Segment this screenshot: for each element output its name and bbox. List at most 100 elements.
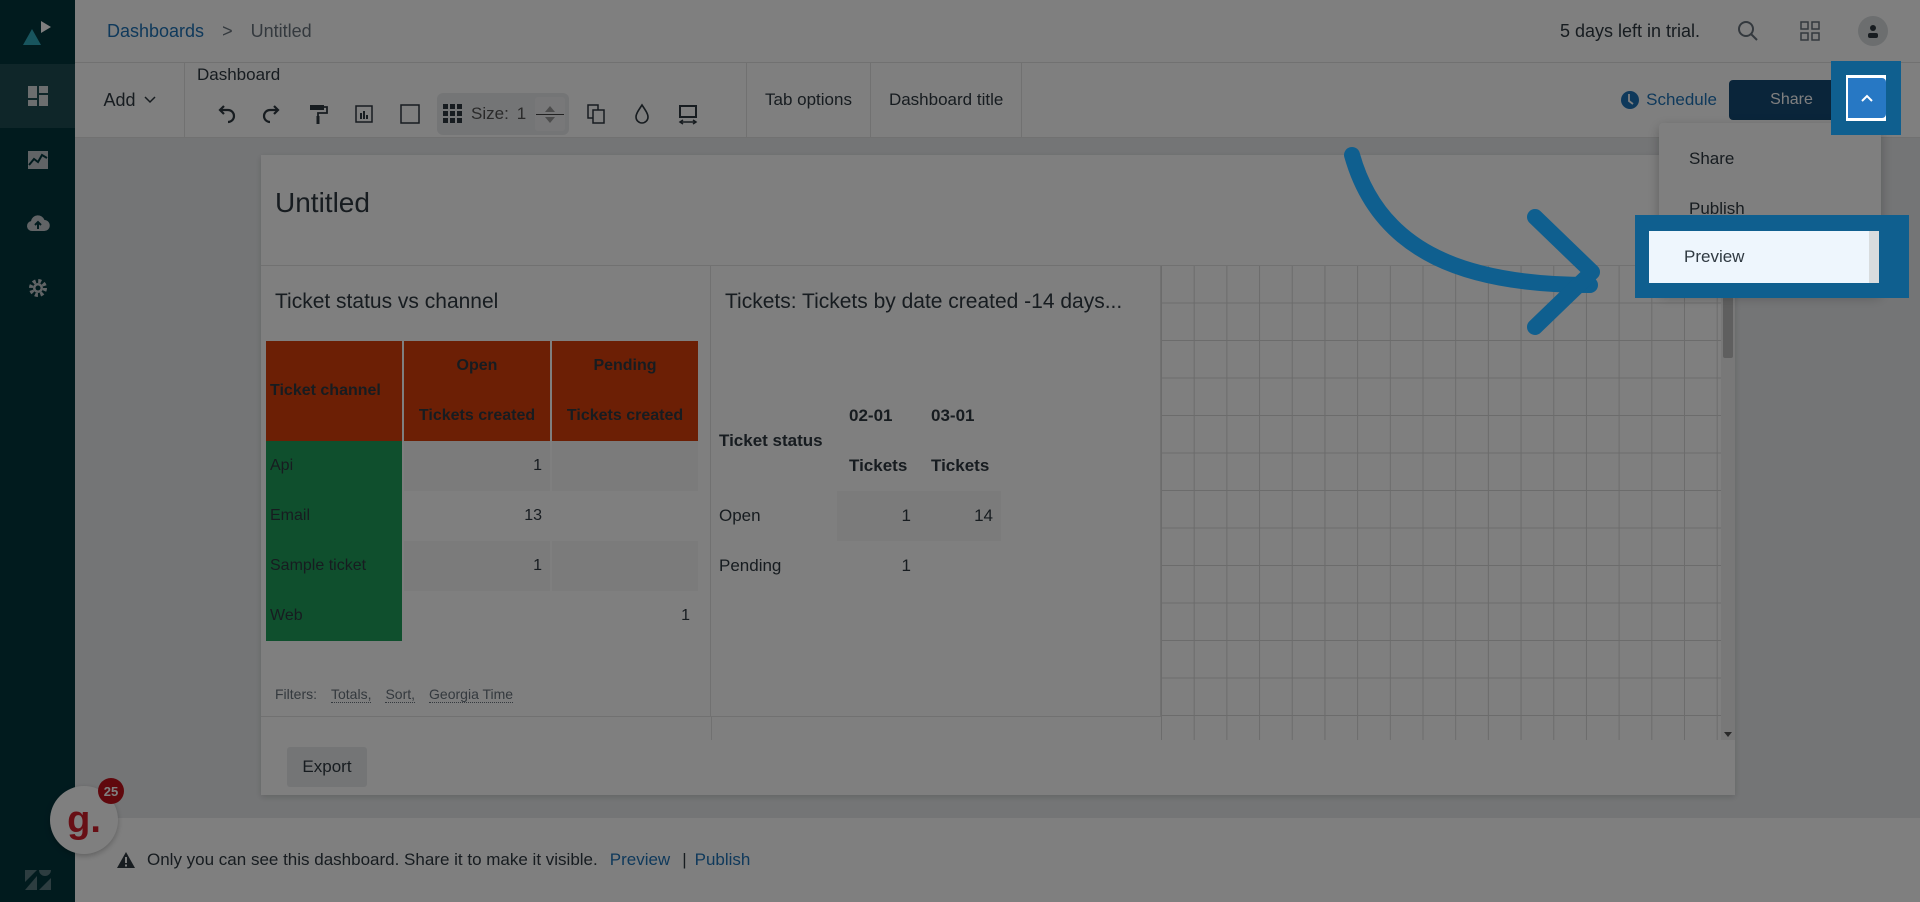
cell-value: 1: [404, 441, 550, 491]
breadcrumb-separator: >: [222, 20, 233, 41]
add-frame-button[interactable]: [387, 94, 433, 134]
cloud-upload-icon: [26, 215, 50, 232]
layout-grid: [1161, 266, 1721, 740]
schedule-label: Schedule: [1646, 90, 1717, 109]
row-label: Sample ticket: [266, 541, 402, 591]
publish-link[interactable]: Publish: [695, 850, 751, 870]
zendesk-icon: [24, 870, 51, 890]
pivot-table: Ticket status 02-01 03-01 Tickets Ticket…: [719, 391, 1001, 591]
share-options-highlight[interactable]: [1831, 61, 1901, 135]
dashboard-group-label: Dashboard: [197, 65, 281, 84]
filter-sort[interactable]: Sort,: [385, 686, 416, 703]
breadcrumb-dashboards-link[interactable]: Dashboards: [107, 21, 204, 42]
widget-title: Ticket status vs channel: [275, 290, 499, 313]
table-row: Api 1: [266, 441, 698, 491]
resize-width-button[interactable]: [665, 94, 711, 134]
cell-value: 1: [901, 556, 911, 575]
stepper-up-icon[interactable]: [544, 105, 555, 112]
cell-value: [552, 541, 698, 591]
clock-icon: [1621, 91, 1640, 109]
table-row: Pending 1: [719, 541, 1001, 591]
cell-value: 1: [404, 541, 550, 591]
filter-totals[interactable]: Totals,: [331, 686, 372, 703]
column-status: Open: [456, 357, 498, 374]
redo-icon: [262, 105, 280, 124]
dashboard-title[interactable]: Untitled: [275, 187, 370, 219]
row-label: Web: [266, 591, 402, 641]
sidebar-item-reports[interactable]: [0, 128, 75, 192]
color-button[interactable]: [619, 94, 665, 134]
row-label: Email: [266, 491, 402, 541]
grid-icon: [443, 104, 462, 123]
widget-filters: Filters: Totals, Sort, Georgia Time: [275, 686, 514, 703]
app-logo[interactable]: [0, 0, 75, 64]
schedule-button[interactable]: Schedule: [1620, 90, 1717, 110]
tab-options-button[interactable]: Tab options: [747, 63, 871, 137]
chevron-down-icon: [143, 96, 156, 104]
redo-button[interactable]: [249, 94, 295, 134]
widget-ticket-status-vs-channel[interactable]: Ticket status vs channel Ticket channel …: [261, 266, 711, 716]
dashboard-title-button[interactable]: Dashboard title: [871, 63, 1023, 137]
menu-item-share[interactable]: Share: [1689, 149, 1734, 169]
duplicate-button[interactable]: [573, 94, 619, 134]
sidebar-item-upload[interactable]: [0, 192, 75, 256]
cell-value: [404, 591, 550, 641]
search-button[interactable]: [1734, 17, 1762, 45]
apps-grid-icon: [1800, 21, 1820, 41]
column-metric: Tickets: [849, 456, 908, 475]
size-value[interactable]: 1: [517, 104, 535, 124]
sidebar: [0, 0, 75, 902]
filters-label: Filters:: [275, 686, 317, 702]
add-chart-button[interactable]: [341, 94, 387, 134]
notification-logo: g.: [67, 798, 101, 841]
scroll-down-icon[interactable]: [1724, 732, 1732, 737]
add-button[interactable]: Add: [75, 63, 185, 137]
square-icon: [400, 104, 420, 124]
cell-value: [552, 491, 698, 541]
breadcrumb-current: Untitled: [250, 20, 312, 41]
search-icon: [1738, 21, 1758, 41]
sidebar-item-settings[interactable]: [0, 256, 75, 320]
stepper-down-icon[interactable]: [544, 116, 555, 123]
column-status: Pending: [593, 357, 657, 374]
export-button[interactable]: Export: [287, 747, 367, 787]
undo-button[interactable]: [203, 94, 249, 134]
zendesk-logo[interactable]: [0, 868, 75, 892]
column-date: 02-01: [849, 406, 893, 425]
dashboard-icon: [27, 86, 48, 106]
table-row: Open 1 14: [719, 491, 1001, 541]
chart-icon: [27, 151, 48, 169]
apps-button[interactable]: [1796, 17, 1824, 45]
lower-widgets-row: [261, 716, 1161, 740]
link-separator: |: [682, 850, 687, 869]
warning-icon: [117, 852, 135, 868]
table-row: Web 1: [266, 591, 698, 641]
table-row: Email 13: [266, 491, 698, 541]
column-metric: Tickets created: [566, 407, 684, 424]
preview-link[interactable]: Preview: [610, 850, 670, 870]
notification-count-badge: 25: [98, 778, 124, 804]
row-label: Open: [719, 506, 761, 525]
visibility-notice-bar: Only you can see this dashboard. Share i…: [75, 818, 1920, 902]
grid-size-control: Size: 1: [437, 93, 569, 135]
add-label: Add: [103, 89, 136, 110]
menu-item-preview[interactable]: Preview: [1649, 231, 1869, 283]
widget-tickets-by-date[interactable]: Tickets: Tickets by date created -14 day…: [711, 266, 1161, 716]
column-header-cell: Pending Tickets created: [552, 341, 698, 441]
dashboard-page: Untitled Ticket status vs channel Ticket…: [261, 155, 1735, 795]
cell-value: 1: [681, 607, 690, 624]
scrollbar[interactable]: [1721, 266, 1735, 740]
widget-title: Tickets: Tickets by date created -14 day…: [725, 290, 1123, 313]
row-label: Pending: [719, 556, 782, 575]
size-stepper[interactable]: [534, 97, 565, 131]
filter-timezone[interactable]: Georgia Time: [429, 686, 514, 703]
scrollbar-thumb[interactable]: [1723, 296, 1733, 358]
cell-value: [919, 541, 1001, 591]
user-icon: [1868, 25, 1878, 38]
sidebar-item-dashboards[interactable]: [0, 64, 75, 128]
format-painter-button[interactable]: [295, 94, 341, 134]
user-avatar[interactable]: [1858, 16, 1888, 46]
notification-bubble[interactable]: g. 25: [50, 778, 124, 854]
logo-icon: [22, 21, 51, 45]
cell-value: [552, 441, 698, 491]
